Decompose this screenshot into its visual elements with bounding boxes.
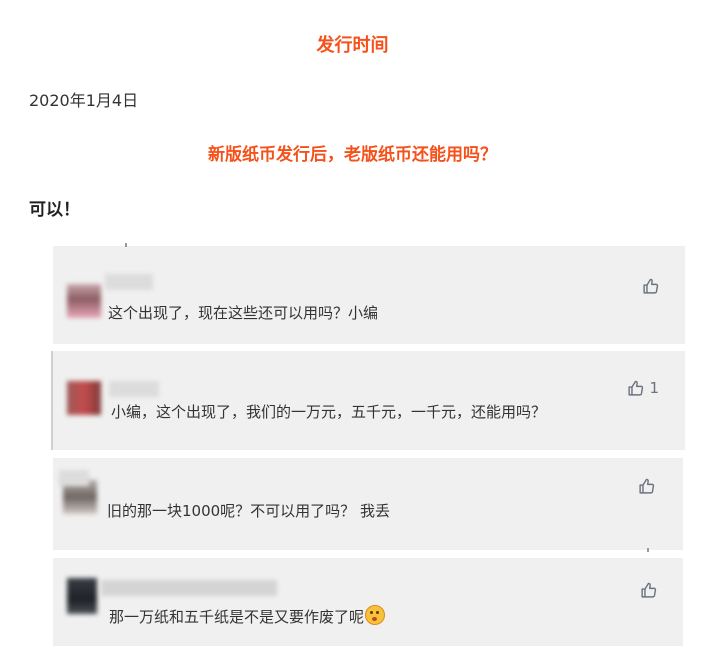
question-heading: 新版纸币发行后，老版纸币还能用吗？ — [208, 145, 497, 165]
comment-card: 旧的那一块1000呢？不可以用了吗？ 我丢 — [53, 458, 683, 552]
avatar — [67, 578, 97, 614]
like-button[interactable]: 1 — [627, 379, 659, 397]
answer-text: 可以！ — [29, 200, 80, 220]
avatar — [67, 284, 101, 318]
thumbs-up-icon — [642, 278, 659, 295]
decorative-tick — [125, 243, 127, 247]
section-title: 发行时间 — [316, 35, 389, 56]
username — [59, 470, 89, 486]
decorative-tick — [647, 548, 649, 552]
username — [101, 580, 277, 596]
comment-card: 这个出现了，现在这些还可以用吗？小编 — [53, 243, 685, 344]
like-count: 1 — [649, 379, 659, 397]
like-button[interactable] — [640, 582, 657, 599]
release-date: 2020年1月4日 — [29, 91, 139, 110]
comment-text-content: 那一万纸和五千纸是不是又要作废了呢 — [109, 608, 365, 626]
thumbs-up-icon — [640, 582, 657, 599]
like-button[interactable] — [642, 278, 659, 295]
thumbs-up-icon — [627, 380, 644, 397]
comment-text: 小编，这个出现了，我们的一万元，五千元，一千元，还能用吗？ — [111, 403, 547, 421]
comment-text: 这个出现了，现在这些还可以用吗？小编 — [108, 304, 379, 322]
username — [105, 274, 153, 290]
comment-card: 那一万纸和五千纸是不是又要作废了呢 — [53, 558, 683, 646]
comment-text: 那一万纸和五千纸是不是又要作废了呢 — [109, 605, 386, 627]
comment-card: 小编，这个出现了，我们的一万元，五千元，一千元，还能用吗？ 1 — [51, 351, 685, 450]
flushed-face-emoji-icon — [365, 605, 386, 625]
comment-text: 旧的那一块1000呢？不可以用了吗？ 我丢 — [107, 502, 390, 520]
thumbs-up-icon — [638, 478, 655, 495]
username — [109, 381, 159, 397]
avatar — [67, 381, 101, 415]
like-button[interactable] — [638, 478, 655, 495]
